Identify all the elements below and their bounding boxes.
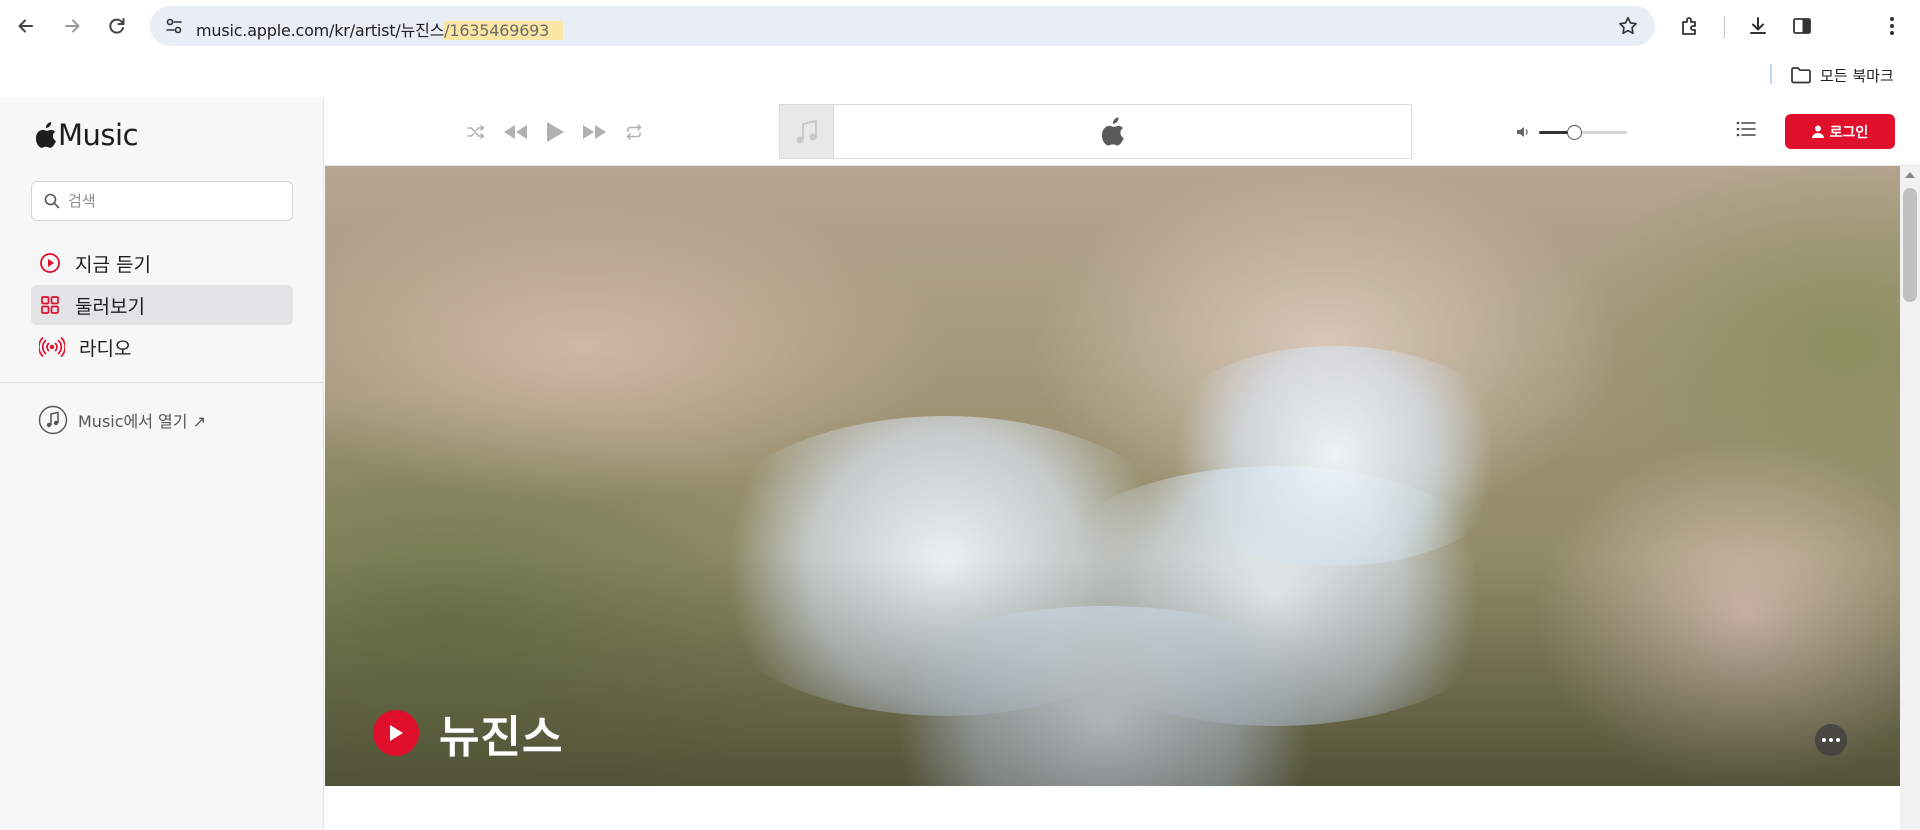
toolbar-divider — [1724, 16, 1725, 38]
hero-title-row: 뉴진스 — [373, 701, 563, 765]
artist-name: 뉴진스 — [439, 712, 564, 763]
bookmark-star-icon[interactable] — [1617, 15, 1639, 37]
reload-icon — [109, 18, 125, 34]
grid-icon — [41, 296, 59, 314]
forward-button[interactable] — [56, 10, 88, 42]
logo-text: Music — [58, 118, 139, 152]
all-bookmarks-button[interactable]: 모든 북마크 — [1790, 62, 1894, 88]
side-panel-icon — [1793, 18, 1811, 34]
repeat-icon — [626, 124, 642, 140]
play-icon — [390, 725, 403, 741]
play-circle-icon — [40, 253, 60, 273]
sidebar-item-label: 둘러보기 — [75, 295, 145, 318]
dot — [1822, 738, 1826, 742]
next-track-button[interactable] — [579, 118, 611, 146]
downloads-button[interactable] — [1744, 12, 1772, 40]
login-label: 로그인 — [1829, 124, 1869, 141]
all-bookmarks-label: 모든 북마크 — [1820, 66, 1894, 85]
dot — [1836, 738, 1840, 742]
volume-slider[interactable] — [1539, 125, 1627, 140]
now-playing-display — [779, 104, 1412, 159]
bookmarks-divider — [1770, 64, 1772, 84]
sidebar-divider — [0, 382, 323, 383]
apple-music-logo[interactable]: Music — [36, 118, 139, 152]
arrow-left-icon — [18, 19, 33, 33]
play-button[interactable] — [541, 118, 569, 146]
side-panel-button[interactable] — [1788, 12, 1816, 40]
artist-hero: 뉴진스 — [325, 166, 1900, 786]
hero-image-detail — [1145, 346, 1525, 566]
person-icon — [1811, 125, 1824, 138]
sidebar-item-label: 라디오 — [79, 337, 132, 360]
sidebar: Music 지금 듣기 둘러보기 라디오 Music에서 열기 ↗ — [0, 98, 324, 830]
arrow-right-icon — [65, 19, 80, 33]
puzzle-icon — [1682, 17, 1696, 35]
browser-menu-button[interactable] — [1878, 12, 1906, 40]
apple-logo-icon — [1102, 117, 1124, 146]
rewind-icon — [504, 125, 527, 139]
search-input[interactable] — [68, 192, 268, 210]
volume-control[interactable] — [1515, 120, 1635, 144]
address-bar[interactable]: music.apple.com/kr/artist/뉴진스/1635469693 — [150, 6, 1655, 46]
scroll-up-arrow[interactable] — [1905, 172, 1915, 178]
play-icon — [547, 122, 564, 142]
player-bar: 로그인 — [325, 98, 1920, 166]
shuffle-icon — [467, 125, 485, 139]
sidebar-item-browse[interactable]: 둘러보기 — [31, 285, 293, 325]
artwork-placeholder — [780, 105, 834, 158]
back-button[interactable] — [10, 10, 42, 42]
browser-toolbar: music.apple.com/kr/artist/뉴진스/1635469693 — [0, 0, 1920, 52]
list-icon — [1736, 121, 1756, 137]
queue-button[interactable] — [1735, 120, 1761, 144]
artist-play-button[interactable] — [373, 710, 419, 756]
reload-button[interactable] — [101, 10, 133, 42]
speaker-icon — [1517, 127, 1528, 137]
bookmarks-bar: 모든 북마크 — [0, 52, 1920, 98]
previous-track-button[interactable] — [499, 118, 531, 146]
extensions-button[interactable] — [1676, 12, 1704, 40]
folder-icon — [1791, 67, 1811, 84]
site-settings-icon[interactable] — [164, 16, 184, 36]
url-highlight: /1635469693 — [444, 21, 564, 40]
sidebar-item-radio[interactable]: 라디오 — [31, 327, 293, 367]
scroll-thumb[interactable] — [1903, 188, 1917, 302]
shuffle-button[interactable] — [463, 118, 489, 146]
search-icon — [44, 193, 60, 209]
more-options-button[interactable] — [1815, 724, 1847, 756]
login-button[interactable]: 로그인 — [1785, 114, 1895, 149]
radio-waves-icon — [39, 337, 65, 357]
download-icon — [1750, 17, 1766, 34]
music-note-circle-icon — [38, 405, 68, 435]
volume-knob[interactable] — [1567, 125, 1583, 140]
repeat-button[interactable] — [621, 118, 647, 146]
more-vertical-icon — [1890, 17, 1894, 35]
apple-logo-icon — [36, 122, 56, 148]
url-text[interactable]: music.apple.com/kr/artist/뉴진스/1635469693 — [196, 17, 564, 41]
dot — [1829, 738, 1833, 742]
fast-forward-icon — [583, 125, 606, 139]
url-main: music.apple.com/kr/artist/뉴진스 — [196, 21, 445, 40]
sidebar-nav: 지금 듣기 둘러보기 라디오 — [31, 243, 293, 369]
open-in-music-link[interactable]: Music에서 열기 ↗ — [38, 405, 206, 435]
search-box[interactable] — [31, 181, 293, 221]
sidebar-item-listen-now[interactable]: 지금 듣기 — [31, 243, 293, 283]
sidebar-item-label: 지금 듣기 — [75, 253, 151, 276]
music-note-icon — [796, 119, 817, 143]
page-scrollbar[interactable] — [1900, 166, 1920, 830]
open-in-music-label: Music에서 열기 ↗ — [78, 412, 206, 431]
